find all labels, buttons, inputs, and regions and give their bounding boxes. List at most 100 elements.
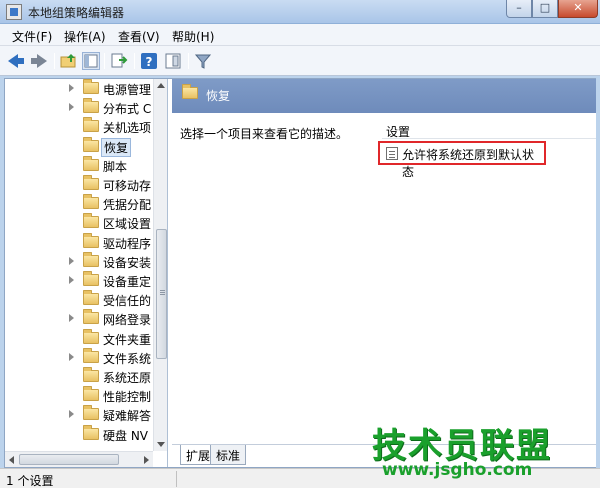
setting-row[interactable]: 允许将系统还原到默认状态	[378, 141, 546, 179]
scroll-left-icon[interactable]	[9, 456, 14, 464]
expand-arrow-icon[interactable]	[69, 256, 74, 265]
tree-item[interactable]: 驱动程序	[5, 232, 153, 252]
scroll-thumb[interactable]	[156, 229, 167, 359]
scroll-thumb[interactable]	[19, 454, 119, 465]
tree-pane: 电源管理分布式 C 关机选项 恢复脚本 可移动存凭据分配区域设置驱动程序 设备安装设备重…	[5, 79, 168, 467]
tree-item[interactable]: 凭据分配	[5, 194, 153, 213]
properties-icon[interactable]	[164, 52, 182, 70]
tree-item-label: 电源管理	[103, 83, 152, 97]
content-pane: 恢复 选择一个项目来查看它的描述。 设置 允许将系统还原到默认状态 扩展 标准	[172, 79, 596, 467]
tree-item[interactable]: 恢复	[5, 136, 153, 157]
folder-icon	[83, 232, 99, 248]
grip-icon	[160, 290, 165, 291]
content-header-title: 恢复	[206, 89, 231, 103]
help-icon[interactable]: ?	[140, 52, 158, 70]
tree-horizontal-scrollbar[interactable]	[5, 451, 153, 467]
tree-item[interactable]: 受信任的	[5, 290, 153, 309]
description-text: 选择一个项目来查看它的描述。	[180, 127, 349, 141]
close-button[interactable]: ✕	[558, 0, 598, 18]
up-folder-icon[interactable]	[60, 52, 78, 70]
folder-icon	[83, 328, 99, 344]
scroll-down-icon[interactable]	[157, 442, 165, 447]
tree-item[interactable]: 电源管理	[5, 79, 153, 98]
tree-item[interactable]: 硬盘 NV	[5, 424, 153, 444]
folder-icon	[83, 194, 99, 210]
app-icon	[6, 4, 22, 20]
tree-item-label: 驱动程序	[103, 236, 152, 251]
forward-icon[interactable]	[31, 54, 47, 68]
expand-arrow-icon[interactable]	[69, 276, 74, 284]
expand-arrow-icon[interactable]	[69, 103, 74, 112]
tree-item-label: 区域设置	[103, 217, 152, 232]
menu-action[interactable]: 操作(A)	[64, 28, 106, 45]
menu-view[interactable]: 查看(V)	[118, 28, 160, 45]
tree-vertical-scrollbar[interactable]	[153, 79, 167, 451]
toolbar: ?	[0, 46, 600, 76]
tree-item[interactable]: 文件系统	[5, 347, 153, 367]
folder-icon	[83, 347, 99, 363]
status-separator	[176, 471, 177, 487]
tree-item-label: 系统还原	[103, 371, 152, 385]
tree-item[interactable]: 脚本	[5, 155, 153, 175]
tree-item-label: 脚本	[103, 159, 128, 174]
toolbar-separator	[54, 53, 55, 69]
menu-file[interactable]: 文件(F)	[12, 28, 52, 45]
folder-icon	[83, 424, 99, 440]
tree-item-label: 凭据分配	[103, 198, 152, 213]
tree-item-label: 受信任的	[103, 294, 152, 309]
menu-bar: 文件(F) 操作(A) 查看(V) 帮助(H)	[0, 24, 600, 46]
tree-item-label: 恢复	[101, 137, 132, 157]
scroll-right-icon[interactable]	[144, 456, 149, 464]
folder-icon	[182, 84, 198, 99]
export-list-icon[interactable]	[110, 52, 128, 70]
policy-setting-icon	[386, 147, 398, 160]
tree-item[interactable]: 分布式 C	[5, 98, 153, 117]
tree-item[interactable]: 区域设置	[5, 213, 153, 232]
watermark: 技术员联盟 www.jsgho.com	[372, 418, 592, 488]
tree-item-label: 分布式 C	[103, 102, 152, 117]
tree-item-label: 文件夹重	[103, 332, 152, 347]
folder-icon	[83, 117, 99, 133]
toolbar-separator	[104, 53, 105, 69]
tree-item[interactable]: 系统还原	[5, 367, 153, 386]
tree-item[interactable]: 关机选项	[5, 117, 153, 136]
tree-item[interactable]: 可移动存	[5, 175, 153, 194]
expand-arrow-icon[interactable]	[69, 410, 74, 419]
folder-icon	[83, 155, 99, 171]
watermark-url: www.jsgho.com	[382, 460, 533, 480]
tree-item[interactable]: 网络登录	[5, 309, 153, 328]
settings-column-label: 设置	[386, 125, 411, 139]
scroll-up-icon[interactable]	[157, 83, 165, 88]
main-frame: 电源管理 分布式 C 关机选项 恢复 脚本 可移动存 凭据分配 区域设置 驱动程序 设备安装 设备重…	[4, 78, 596, 468]
expand-arrow-icon[interactable]	[69, 84, 74, 92]
folder-icon	[83, 405, 99, 421]
expand-arrow-icon[interactable]	[69, 352, 74, 361]
tree-item[interactable]: 疑难解答	[5, 405, 153, 424]
folder-icon	[83, 251, 99, 267]
tree-item[interactable]: 文件夹重	[5, 328, 153, 348]
tab-standard[interactable]: 标准	[210, 445, 247, 465]
menu-help[interactable]: 帮助(H)	[172, 28, 214, 45]
title-bar: 本地组策略编辑器 – □ ✕	[0, 0, 600, 24]
back-icon[interactable]	[8, 54, 24, 68]
tree-item[interactable]: 性能控制	[5, 386, 153, 405]
tree-item-label: 性能控制	[103, 390, 152, 405]
maximize-button[interactable]: □	[532, 0, 558, 18]
folder-icon	[83, 213, 99, 229]
toolbar-separator	[134, 53, 135, 69]
tree-item-label: 设备重定	[103, 275, 152, 289]
tree-item-label: 硬盘 NV	[103, 428, 149, 443]
show-hide-tree-icon[interactable]	[82, 52, 100, 70]
tree-item-label: 疑难解答	[103, 409, 152, 424]
minimize-button[interactable]: –	[506, 0, 532, 18]
folder-icon	[83, 386, 99, 402]
svg-text:?: ?	[146, 55, 153, 69]
expand-arrow-icon[interactable]	[69, 314, 74, 323]
folder-icon	[83, 367, 99, 382]
tree-item[interactable]: 设备重定	[5, 271, 153, 290]
tree-item-label: 文件系统	[103, 351, 152, 366]
folder-icon	[83, 136, 99, 152]
tree-item[interactable]: 设备安装	[5, 251, 153, 271]
settings-column-header[interactable]: 设置	[382, 119, 596, 139]
filter-icon[interactable]	[194, 52, 212, 70]
